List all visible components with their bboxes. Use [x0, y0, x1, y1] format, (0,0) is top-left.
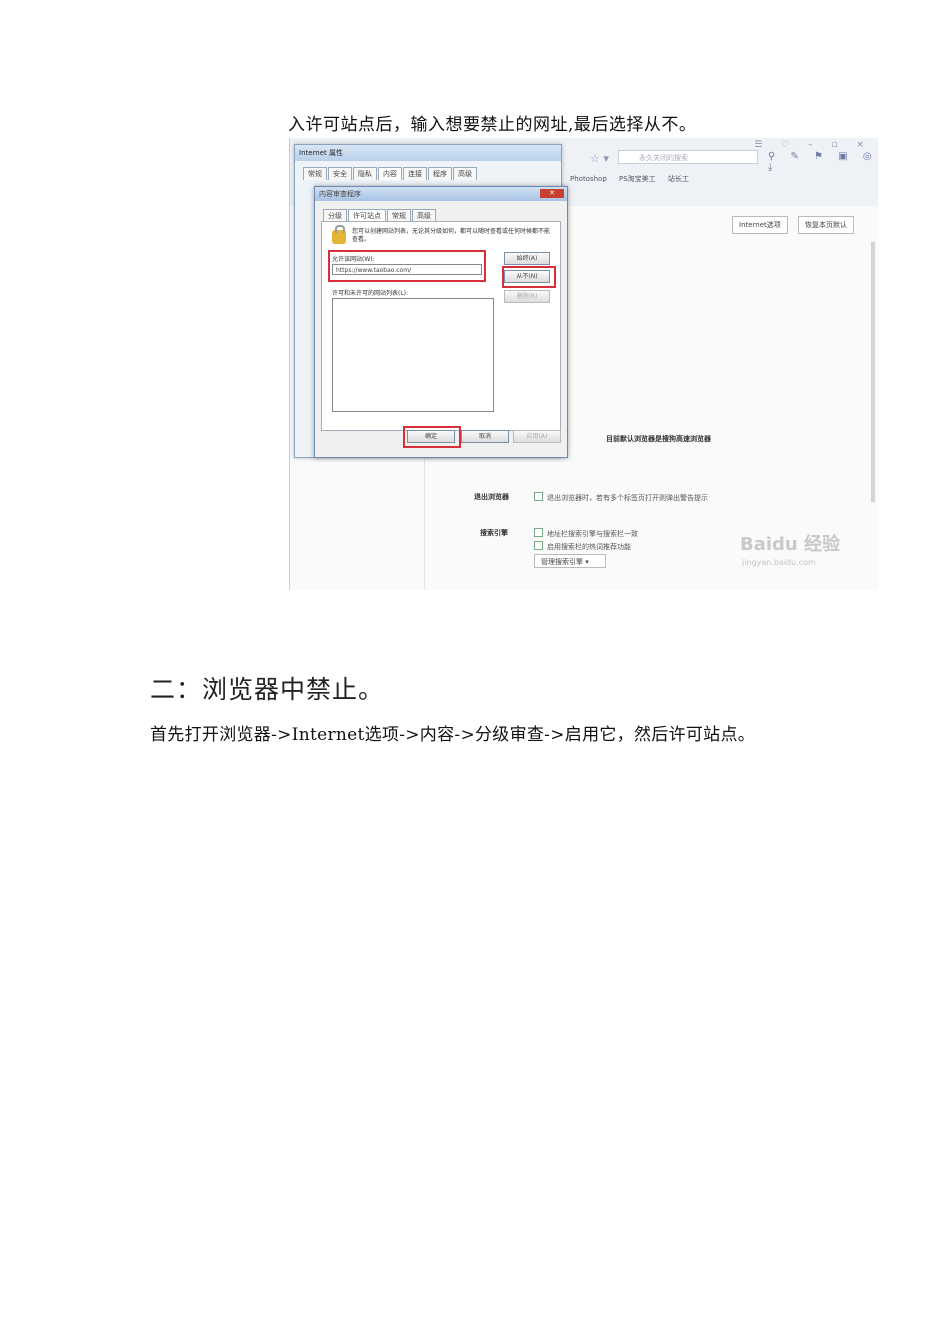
- checkbox[interactable]: [534, 492, 543, 501]
- close-button[interactable]: ✕: [540, 189, 564, 198]
- option-label: 启用搜索栏的热词推荐功能: [547, 543, 631, 551]
- body-paragraph: 首先打开浏览器->Internet选项->内容->分级审查->启用它，然后许可站…: [150, 725, 756, 745]
- window-controls[interactable]: ☰ ♡ – ▫ ×: [754, 140, 872, 150]
- site-list-label: 许可和未许可的网站列表(L):: [332, 290, 409, 297]
- tab-privacy[interactable]: 隐私: [353, 167, 377, 180]
- scrollbar[interactable]: [871, 242, 875, 502]
- screenshot-figure: ☰ ♡ – ▫ × ☆ ▾ 永久关闭的搜索 ⚲ ✎ ⚑ ▣ ◎ ⤓ Photos…: [289, 138, 878, 590]
- default-browser-text: 目前默认浏览器是搜狗高速浏览器: [606, 435, 711, 443]
- tab-security[interactable]: 安全: [328, 167, 352, 180]
- checkbox[interactable]: [534, 541, 543, 550]
- watermark-logo: Baidu 经验: [740, 534, 841, 555]
- favorite-item[interactable]: PS淘宝美工: [619, 175, 656, 183]
- watermark-url: jingyan.baidu.com: [742, 558, 816, 567]
- tab-programs[interactable]: 程序: [428, 167, 452, 180]
- hot-words-option[interactable]: 启用搜索栏的热词推荐功能: [534, 541, 631, 552]
- site-listbox[interactable]: [332, 298, 494, 412]
- tab-connections[interactable]: 连接: [403, 167, 427, 180]
- search-input[interactable]: 永久关闭的搜索: [618, 150, 758, 164]
- lock-icon: [332, 225, 346, 244]
- highlight-never: [502, 266, 556, 288]
- info-text: 您可以创建网站列表，无论其分级如何，都可以随时查看或任何时候都不能查看。: [352, 228, 551, 243]
- favorite-item[interactable]: Photoshop: [570, 175, 607, 183]
- content-advisor-dialog: 内容审查程序 ✕ 分级 许可站点 常规 高级 您可以创建网站列表，无论其分级如何，都可…: [314, 186, 568, 458]
- tab-general[interactable]: 常规: [303, 167, 327, 180]
- restore-defaults-button[interactable]: 恢复本页默认: [798, 216, 854, 234]
- favorite-item[interactable]: 站长工: [668, 175, 689, 183]
- search-engine-label: 搜索引擎: [480, 529, 508, 537]
- remove-button[interactable]: 删除(R): [504, 290, 550, 303]
- section-heading: 二：浏览器中禁止。: [150, 675, 385, 704]
- caption-text: 入许可站点后，输入想要禁止的网址,最后选择从不。: [288, 115, 697, 135]
- manage-search-engines-select[interactable]: 管理搜索引擎 ▾: [534, 554, 606, 568]
- dialog-title: Internet 属性: [295, 145, 561, 161]
- approved-sites-panel: 您可以创建网站列表，无论其分级如何，都可以随时查看或任何时候都不能查看。 允许该…: [321, 221, 561, 431]
- option-label: 退出浏览器时，若有多个标签页打开则弹出警告提示: [547, 494, 708, 502]
- always-button[interactable]: 始终(A): [504, 252, 550, 265]
- checkbox[interactable]: [534, 528, 543, 537]
- highlight-url: [328, 250, 486, 282]
- internet-options-button[interactable]: Internet选项: [732, 216, 788, 234]
- address-search-option[interactable]: 地址栏搜索引擎与搜索栏一致: [534, 528, 638, 539]
- exit-browser-label: 退出浏览器: [474, 493, 509, 501]
- dialog-title: 内容审查程序: [315, 187, 567, 201]
- exit-warning-option[interactable]: 退出浏览器时，若有多个标签页打开则弹出警告提示: [534, 492, 708, 503]
- toolbar-icons[interactable]: ⚲ ✎ ⚑ ▣ ◎ ⤓: [768, 151, 878, 173]
- tab-content[interactable]: 内容: [378, 167, 402, 180]
- favorites-bar: Photoshop PS淘宝美工 站长工: [570, 174, 699, 184]
- favorite-star-icon[interactable]: ☆ ▾: [590, 152, 609, 165]
- properties-tabs: 常规 安全 隐私 内容 连接 程序 高级: [303, 167, 478, 180]
- option-label: 地址栏搜索引擎与搜索栏一致: [547, 530, 638, 538]
- apply-button[interactable]: 应用(A): [513, 430, 561, 443]
- tab-advanced[interactable]: 高级: [453, 167, 477, 180]
- cancel-button[interactable]: 取消: [461, 430, 509, 443]
- highlight-ok: [403, 426, 461, 448]
